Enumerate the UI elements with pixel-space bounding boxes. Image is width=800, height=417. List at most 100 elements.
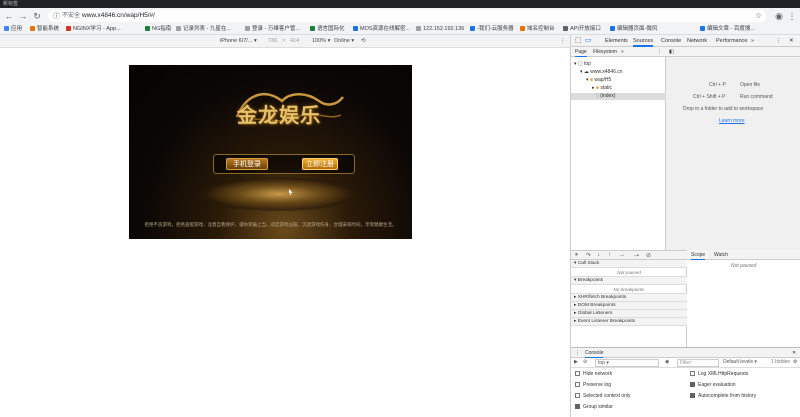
bookmark-item[interactable]: 语言国际化: [310, 25, 345, 34]
tab-filesystem[interactable]: Filesystem: [593, 47, 617, 57]
bookmark-item[interactable]: NG指南: [145, 25, 171, 34]
option-log-xhr[interactable]: Log XMLHttpRequests: [690, 370, 748, 378]
phone-login-button[interactable]: 手机登录: [226, 158, 268, 170]
checkbox[interactable]: [575, 370, 580, 376]
toggle-navigator-icon[interactable]: ◧: [669, 47, 674, 57]
option-hide-network[interactable]: Hide network: [575, 370, 612, 378]
section-breakpoints[interactable]: ▾ Breakpoints: [571, 277, 687, 285]
tab-network[interactable]: Network: [687, 35, 707, 47]
option-group-similar[interactable]: Group similar: [575, 403, 613, 411]
inspect-element-icon[interactable]: ⬚: [575, 35, 582, 47]
live-expression-icon[interactable]: ◉: [665, 359, 669, 365]
bookmark-item[interactable]: 122.152.192.136: [416, 25, 464, 34]
rotate-icon[interactable]: ⟲: [361, 37, 366, 46]
device-select[interactable]: iPhone 6/7/... ▾: [220, 37, 257, 46]
checkbox[interactable]: [575, 403, 580, 409]
pause-on-exceptions-icon[interactable]: ⊘: [646, 252, 651, 259]
checkbox[interactable]: [690, 370, 695, 376]
bookmark-item[interactable]: 记录列表 - 九星在...: [176, 25, 231, 34]
section-event-listener-breakpoints[interactable]: ▸ Event Listener Breakpoints: [571, 318, 687, 326]
tree-item-top[interactable]: ▾ ▢ top: [574, 61, 591, 68]
game-footer-text: 拒绝不良游戏，拒绝盗版游戏，注意自我保护，谨防受骗上当，适度游戏益脑，沉迷游戏伤…: [144, 222, 397, 227]
reload-icon[interactable]: ↻: [32, 11, 42, 21]
register-button[interactable]: 立即注册: [302, 158, 338, 170]
bookmark-item[interactable]: 应用: [4, 25, 22, 34]
bookmark-item[interactable]: 编辑文章 - 百度搜...: [700, 25, 755, 34]
info-icon[interactable]: ⓘ: [53, 11, 60, 21]
log-levels-select[interactable]: Default levels ▾: [723, 359, 757, 365]
section-dom-breakpoints[interactable]: ▸ DOM Breakpoints: [571, 302, 687, 310]
url-text[interactable]: www.x4846.cn/wap/H5/#/: [82, 12, 155, 20]
step-out-icon[interactable]: ↑: [608, 252, 611, 258]
device-width-field[interactable]: 736: [268, 37, 277, 46]
context-select[interactable]: top ▾: [595, 359, 659, 367]
bookmark-favicon-icon: [66, 25, 71, 31]
navigator-menu-icon[interactable]: ⋮: [657, 47, 662, 57]
shortcut-keys: Ctrl + Shift + P: [693, 94, 726, 100]
tab-sources[interactable]: Sources: [633, 35, 654, 47]
tree-item-domain[interactable]: ▾ ☁ www.x4846.cn: [580, 69, 623, 76]
bookmark-item[interactable]: MOS资源在线解密...: [353, 25, 410, 34]
option-eager-evaluation[interactable]: Eager evaluation: [690, 381, 736, 389]
section-xhr-breakpoints[interactable]: ▸ XHR/fetch Breakpoints: [571, 294, 687, 302]
option-selected-context-only[interactable]: Selected context only: [575, 392, 631, 400]
address-bar[interactable]: ⓘ 不安全 www.x4846.cn/wap/H5/#/ ☆: [48, 10, 766, 22]
bookmark-item[interactable]: NGINX学习 - App...: [66, 25, 121, 34]
forward-arrow-icon[interactable]: →: [18, 11, 28, 21]
bookmark-item[interactable]: 域名控制台: [520, 25, 555, 34]
tree-item-file[interactable]: ▯ (index): [571, 93, 666, 100]
tab-watch[interactable]: Watch: [714, 250, 728, 260]
bookmark-item[interactable]: 智能系统: [30, 25, 59, 34]
checkbox[interactable]: [690, 381, 695, 387]
tab-console[interactable]: Console: [661, 35, 681, 47]
tab-page[interactable]: Page: [575, 47, 587, 57]
bookmark-item[interactable]: API开放接口: [563, 25, 601, 34]
devtools-menu-icon[interactable]: ⋮: [776, 35, 782, 47]
checkbox[interactable]: [575, 381, 580, 387]
device-toggle-icon[interactable]: ▭: [585, 35, 592, 47]
bookmark-item[interactable]: -我们-云服务器: [470, 25, 514, 34]
bookmark-star-icon[interactable]: ☆: [755, 11, 762, 20]
learn-more-link[interactable]: Learn more: [719, 118, 745, 124]
bookmark-item[interactable]: 登录 - 万维客户管...: [245, 25, 300, 34]
window-title: 新标签: [3, 1, 19, 7]
menu-kebab-icon[interactable]: ⋮: [787, 11, 797, 21]
close-drawer-icon[interactable]: ✕: [792, 348, 796, 358]
close-devtools-icon[interactable]: ✕: [789, 35, 794, 47]
deactivate-breakpoints-icon[interactable]: ⇢: [634, 252, 639, 259]
checkbox[interactable]: [690, 392, 695, 398]
section-call-stack[interactable]: ▾ Call Stack: [571, 260, 687, 268]
console-drawer: ⋮ Console ✕ ▶ ⊘ top ▾ ◉ Filter Default l…: [571, 347, 800, 417]
step-over-icon[interactable]: ↷: [586, 252, 591, 259]
bookmark-favicon-icon: [416, 25, 421, 31]
back-arrow-icon[interactable]: ←: [4, 11, 14, 21]
drop-folder-hint: Drop in a folder to add to workspace: [683, 106, 764, 112]
step-icon[interactable]: →: [619, 252, 625, 258]
bookmark-item[interactable]: 编辑器页面-微风: [610, 25, 657, 34]
option-preserve-log[interactable]: Preserve log: [575, 381, 611, 389]
network-throttle-select[interactable]: Online ▾: [334, 37, 354, 46]
tree-item-folder[interactable]: ▸ ■ static: [592, 85, 612, 92]
console-settings-icon[interactable]: ⚙: [793, 359, 797, 365]
device-more-icon[interactable]: ⋮: [560, 37, 566, 46]
tab-performance[interactable]: Performance: [716, 35, 748, 47]
game-screen[interactable]: 金龙娱乐 官网 客服 手机登录 立即注册 拒绝不良游戏，拒绝盗版游戏，注意自我保…: [129, 65, 412, 239]
more-navigator-icon[interactable]: »: [621, 47, 624, 57]
console-filter-input[interactable]: Filter: [677, 359, 719, 367]
tree-item-folder[interactable]: ▾ ■ wap/H5: [586, 77, 611, 84]
step-into-icon[interactable]: ↓: [597, 252, 600, 258]
tab-console-drawer[interactable]: Console: [585, 348, 604, 358]
checkbox[interactable]: [575, 392, 580, 398]
device-height-field[interactable]: 414: [290, 37, 299, 46]
clear-console-icon[interactable]: ⊘: [583, 359, 587, 365]
option-autocomplete-history[interactable]: Autocomplete from history: [690, 392, 756, 400]
account-icon[interactable]: ◉: [774, 11, 784, 21]
more-tabs-icon[interactable]: »: [751, 35, 754, 47]
zoom-select[interactable]: 100% ▾: [312, 37, 330, 46]
console-sidebar-icon[interactable]: ▶: [574, 359, 578, 365]
tab-scope[interactable]: Scope: [691, 250, 706, 260]
drawer-menu-icon[interactable]: ⋮: [575, 348, 580, 358]
pause-icon[interactable]: ⏸: [575, 252, 578, 259]
tab-elements[interactable]: Elements: [605, 35, 628, 47]
section-global-listeners[interactable]: ▸ Global Listeners: [571, 310, 687, 318]
